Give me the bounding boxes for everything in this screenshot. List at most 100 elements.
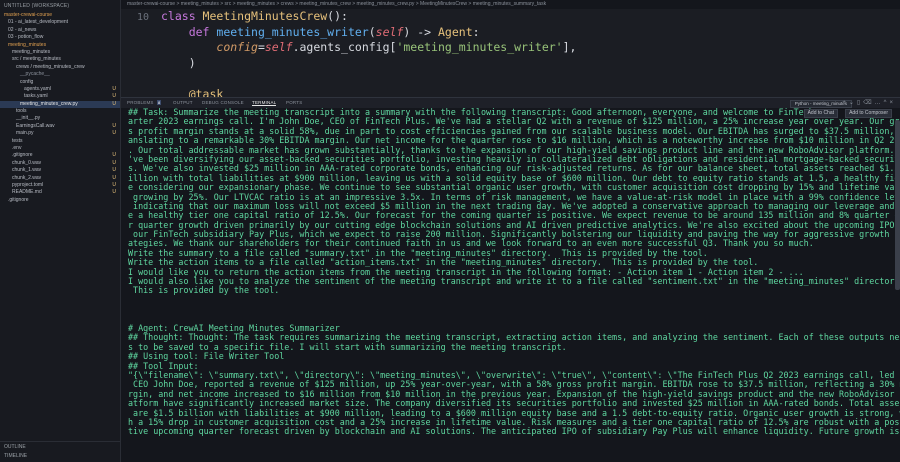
- code-token: @task: [188, 86, 224, 98]
- tree-item[interactable]: chunk_0.wav U: [0, 160, 120, 167]
- add-to-chat-button[interactable]: Add to Chat: [803, 109, 838, 118]
- panel-actions[interactable]: +⌄▯⌫…^×: [842, 99, 896, 106]
- code-line: config=self.agents_config['meeting_minut…: [121, 40, 900, 56]
- code-token: config: [216, 40, 258, 54]
- more-icon[interactable]: …: [875, 100, 884, 106]
- terminal-line: I would also like you to analyze the sen…: [128, 277, 900, 287]
- terminal-output[interactable]: ## Task: Summarize the meeting transcrip…: [121, 108, 900, 462]
- tree-item[interactable]: meeting_minutes: [0, 42, 120, 49]
- tree-item[interactable]: 02 - ai_news: [0, 27, 120, 34]
- tree-item-label: README.md: [12, 189, 42, 196]
- tree-item[interactable]: chunk_1.wav U: [0, 167, 120, 174]
- tree-item-label: main.py: [16, 130, 34, 137]
- tree-item[interactable]: __init__.py: [0, 115, 120, 122]
- terminal-line: # Agent: CrewAI Meeting Minutes Summariz…: [128, 323, 340, 333]
- code-token: MeetingMinutesCrew: [202, 9, 328, 23]
- terminal-line: ## Using tool: File Writer Tool: [128, 352, 285, 362]
- tree-item-label: chunk_2.wav: [12, 174, 42, 181]
- problems-count-badge: 8: [157, 100, 162, 105]
- line-number: 10: [136, 12, 149, 23]
- tree-item[interactable]: tasks.yaml U: [0, 93, 120, 100]
- tree-item[interactable]: master-crewai-course: [0, 12, 120, 19]
- tree-item-label: master-crewai-course: [4, 12, 53, 18]
- tree-item-label: chunk_0.wav: [12, 159, 42, 166]
- tree-item-label: tasks.yaml: [24, 93, 48, 100]
- git-status-badge: U: [112, 100, 116, 107]
- file-tree: master-crewai-course 01 - ai_latest_devel…: [0, 12, 120, 204]
- code-token: self: [264, 40, 293, 54]
- add-to-composer-button[interactable]: Add to Composer: [845, 109, 892, 118]
- tab-terminal[interactable]: TERMINAL: [252, 100, 277, 106]
- terminal-line: are $1.5 billion with liabilities at $90…: [128, 408, 900, 418]
- tree-item-label: meeting_minutes: [12, 48, 51, 55]
- terminal-line: Write the action items to a file called …: [128, 258, 759, 268]
- terminal-line: Write the summary to a file called "summ…: [128, 248, 708, 258]
- tree-item[interactable]: README.md U: [0, 189, 120, 196]
- terminal-line: growing by 25%. Our LTVCAC ratio is at a…: [128, 192, 900, 202]
- tree-item[interactable]: .env: [0, 145, 120, 152]
- tab-output[interactable]: OUTPUT: [173, 100, 193, 105]
- terminal-line: illion with total liabilities at $900 mi…: [128, 173, 900, 183]
- tab-ports[interactable]: PORTS: [286, 100, 302, 105]
- code-token: .agents_config[: [292, 40, 397, 54]
- tree-item[interactable]: EarningsCall.wav U: [0, 123, 120, 130]
- code-line: 10 class MeetingMinutesCrew():: [121, 9, 900, 25]
- tree-item-label: EarningsCall.wav: [16, 122, 55, 129]
- tree-item-label: agents.yaml: [24, 85, 51, 92]
- terminal-line: I would like you to return the action it…: [128, 267, 804, 277]
- code-line: ): [121, 56, 900, 72]
- terminal-line: "{\"filename\": \"summary.txt\", \"direc…: [128, 370, 900, 380]
- explorer-sidebar: UNTITLED (WORKSPACE) master-crewai-cours…: [0, 0, 121, 462]
- git-status-badge: U: [112, 167, 116, 174]
- tree-item[interactable]: src / meeting_minutes: [0, 56, 120, 63]
- tree-item[interactable]: tests: [0, 138, 120, 145]
- tree-item-label: .gitignore: [8, 196, 29, 203]
- tree-item[interactable]: __pycache__: [0, 71, 120, 78]
- terminal-line: e considering our expansionary phase. We…: [128, 183, 900, 193]
- timeline-section[interactable]: TIMELINE: [0, 451, 120, 461]
- tree-item-label: meeting_minutes_crew.py: [20, 100, 78, 107]
- close-icon[interactable]: ×: [889, 100, 896, 106]
- tree-item[interactable]: agents.yaml U: [0, 86, 120, 93]
- tree-item[interactable]: config: [0, 79, 120, 86]
- git-status-badge: U: [112, 152, 116, 159]
- tree-item[interactable]: 03 - potion_flow: [0, 34, 120, 41]
- tree-item[interactable]: 01 - ai_latest_development: [0, 19, 120, 26]
- tree-item[interactable]: chunk_2.wav U: [0, 175, 120, 182]
- trash-icon[interactable]: ⌫: [863, 100, 874, 106]
- tab-debug-console[interactable]: DEBUG CONSOLE: [202, 100, 244, 105]
- tree-item-label: crews / meeting_minutes_crew: [16, 63, 85, 70]
- tree-item-label: src / meeting_minutes: [12, 56, 61, 63]
- git-status-badge: U: [112, 159, 116, 166]
- tree-item[interactable]: meeting_minutes: [0, 49, 120, 56]
- terminal-scrollbar[interactable]: [895, 120, 900, 290]
- tree-item-label: 03 - potion_flow: [8, 34, 44, 41]
- tree-item[interactable]: meeting_minutes_crew.py U: [0, 100, 120, 109]
- panel-tab-bar: PROBLEMS 8 OUTPUT DEBUG CONSOLE TERMINAL…: [121, 97, 900, 108]
- terminal-line: indicating that our maximum loss will no…: [128, 201, 900, 211]
- tree-item[interactable]: .gitignore: [0, 197, 120, 204]
- tree-item[interactable]: tools: [0, 108, 120, 115]
- tab-problems[interactable]: PROBLEMS: [127, 100, 154, 105]
- code-token: def: [188, 24, 217, 39]
- terminal-line: This is provided by the tool.: [128, 286, 280, 296]
- chevron-down-icon[interactable]: ⌄: [849, 100, 857, 106]
- tree-item[interactable]: pyproject.toml U: [0, 182, 120, 189]
- git-status-badge: U: [112, 122, 116, 129]
- git-status-badge: U: [112, 85, 116, 92]
- code-token: (: [368, 24, 376, 39]
- breadcrumb[interactable]: master-crewai-course > meeting_minutes >…: [121, 0, 900, 9]
- tree-item[interactable]: .gitignore U: [0, 152, 120, 159]
- tree-item[interactable]: crews / meeting_minutes_crew: [0, 64, 120, 71]
- terminal-line: CEO John Doe, reported a revenue of $125…: [128, 380, 900, 390]
- tree-item-label: pyproject.toml: [12, 181, 44, 188]
- code-token: =: [257, 40, 265, 54]
- code-editor[interactable]: 10 class MeetingMinutesCrew(): def meetin…: [121, 9, 900, 97]
- tree-item[interactable]: main.py U: [0, 130, 120, 137]
